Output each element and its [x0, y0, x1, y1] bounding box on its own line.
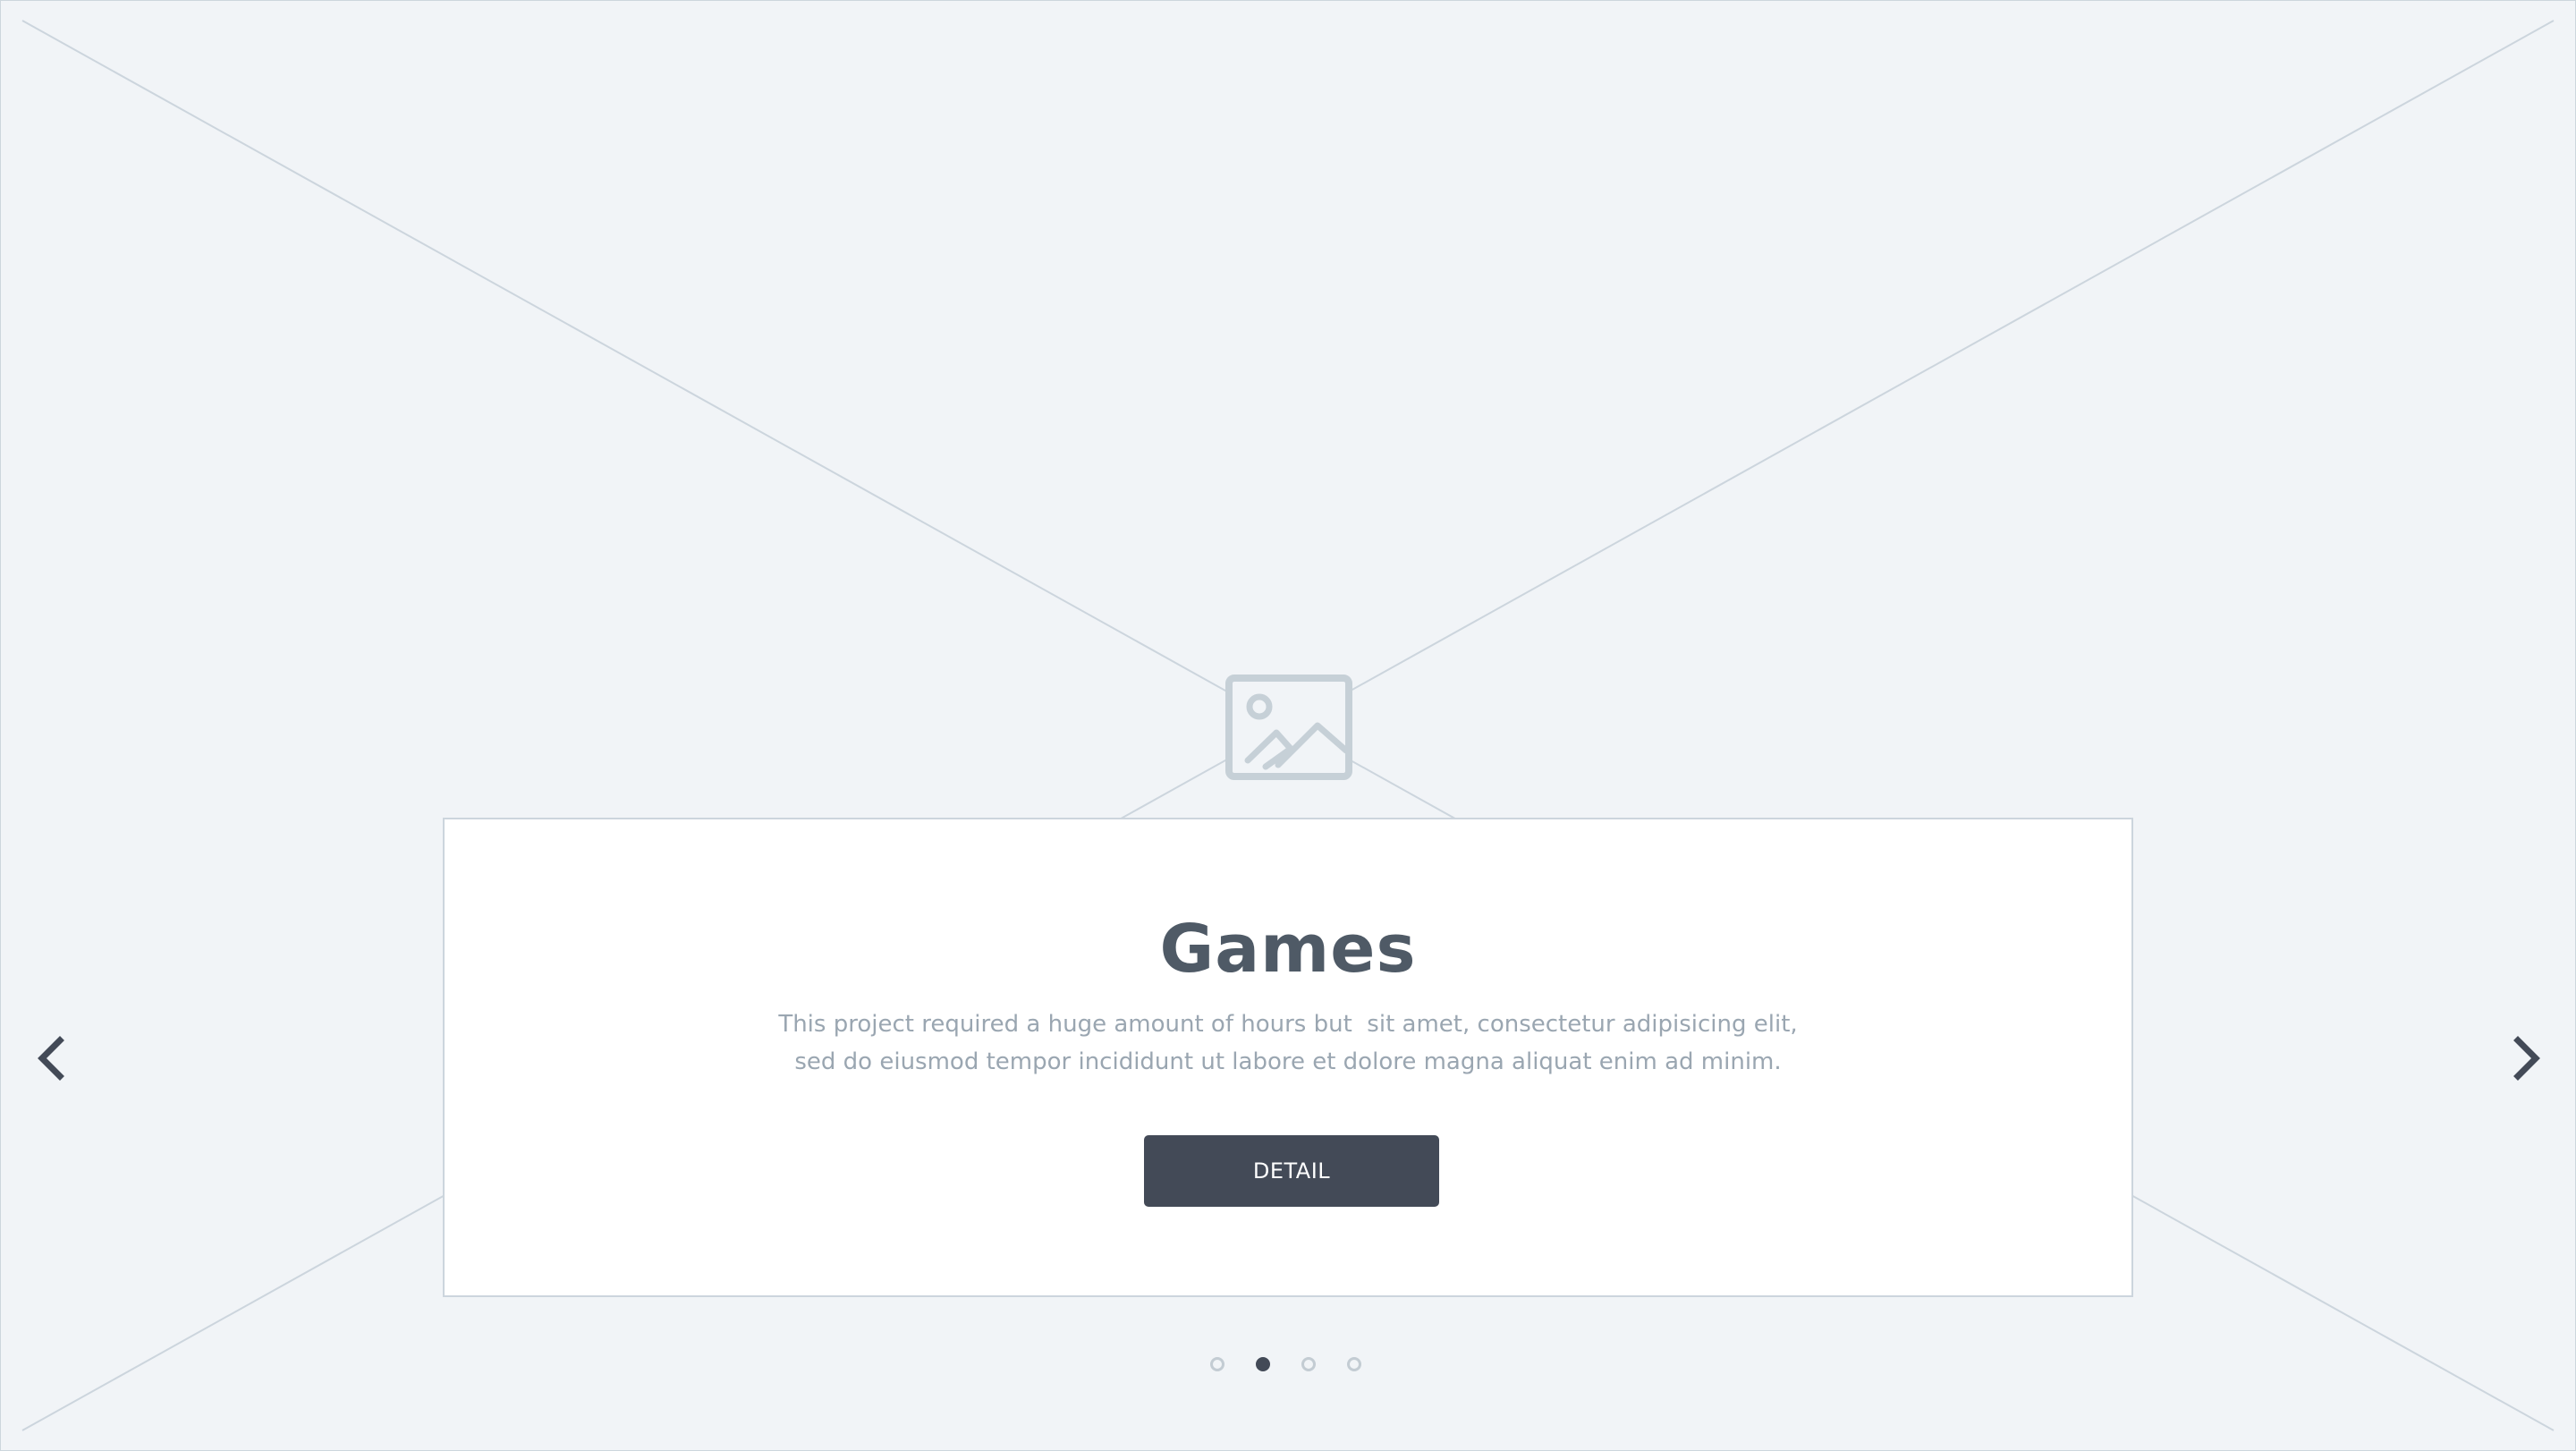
chevron-right-icon[interactable] — [2504, 1031, 2548, 1085]
slide-card: Games This project required a huge amoun… — [443, 818, 2133, 1297]
slide-pagination — [1199, 1353, 1378, 1379]
detail-button[interactable]: DETAIL — [1144, 1135, 1439, 1207]
slide-dot-2[interactable] — [1256, 1357, 1270, 1371]
hero-slider: Games This project required a huge amoun… — [0, 0, 2576, 1451]
image-placeholder-icon — [1225, 675, 1352, 780]
slide-dot-3[interactable] — [1301, 1357, 1316, 1371]
slide-dot-1[interactable] — [1210, 1357, 1224, 1371]
chevron-left-icon[interactable] — [30, 1031, 74, 1085]
slide-dot-4[interactable] — [1347, 1357, 1361, 1371]
slide-description-line: This project required a huge amount of h… — [778, 1011, 1798, 1038]
slide-title: Games — [1159, 911, 1417, 988]
slide-description-line: sed do eiusmod tempor incididunt ut labo… — [794, 1048, 1782, 1075]
slide-description: This project required a huge amount of h… — [445, 1006, 2131, 1081]
